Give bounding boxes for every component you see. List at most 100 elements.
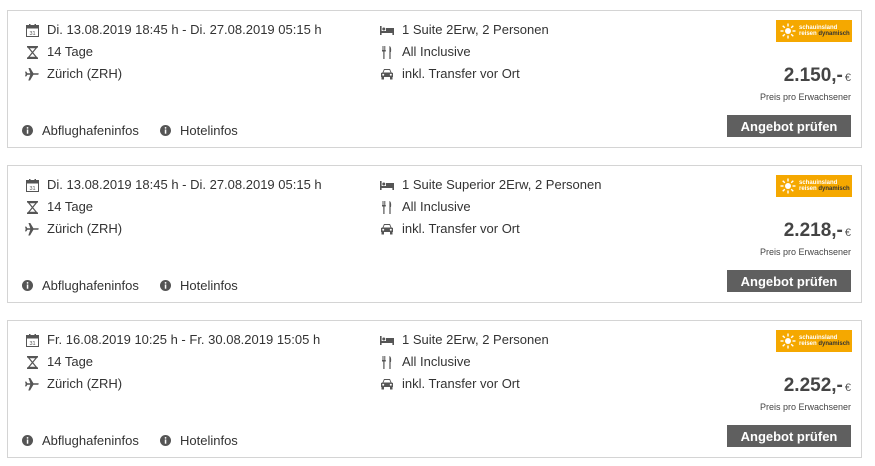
- travel-duration: 14 Tage: [25, 44, 93, 60]
- travel-duration: 14 Tage: [25, 354, 93, 370]
- info-icon: [20, 279, 34, 293]
- departure-airport: Zürich (ZRH): [25, 221, 122, 237]
- check-offer-button[interactable]: Angebot prüfen: [727, 425, 851, 447]
- logo-line2b: dynamisch: [818, 186, 850, 192]
- board-info: All Inclusive: [380, 199, 471, 215]
- transfer-text: inkl. Transfer vor Ort: [402, 376, 520, 391]
- sun-icon: [780, 333, 796, 349]
- room-text: 1 Suite 2Erw, 2 Personen: [402, 332, 549, 347]
- info-icon: [158, 124, 172, 138]
- check-offer-button[interactable]: Angebot prüfen: [727, 270, 851, 292]
- airport-info-link[interactable]: Abflughafeninfos: [20, 278, 139, 293]
- hourglass-icon: [25, 45, 39, 59]
- cutlery-icon: [380, 200, 394, 214]
- price-value: 2.150,-: [783, 65, 843, 86]
- airport-text: Zürich (ZRH): [47, 221, 123, 236]
- car-icon: [380, 222, 394, 236]
- logo-line2b: dynamisch: [818, 341, 850, 347]
- airplane-icon: [25, 222, 39, 236]
- price: 2.150,- €: [784, 65, 851, 87]
- svg-text:31: 31: [29, 341, 35, 347]
- dates-text: Di. 13.08.2019 18:45 h - Di. 27.08.2019 …: [47, 22, 322, 37]
- hourglass-icon: [25, 200, 39, 214]
- airplane-icon: [25, 67, 39, 81]
- hotel-info-label: Hotelinfos: [180, 123, 238, 138]
- car-icon: [380, 377, 394, 391]
- logo-line2a: reisen: [799, 186, 817, 192]
- airport-text: Zürich (ZRH): [47, 66, 123, 81]
- travel-dates: 31 Fr. 16.08.2019 10:25 h - Fr. 30.08.20…: [25, 332, 320, 348]
- offer-card: 31 Di. 13.08.2019 18:45 h - Di. 27.08.20…: [7, 165, 862, 303]
- board-info: All Inclusive: [380, 354, 471, 370]
- room-info: 1 Suite 2Erw, 2 Personen: [380, 22, 549, 38]
- room-info: 1 Suite Superior 2Erw, 2 Personen: [380, 177, 601, 193]
- price-note: Preis pro Erwachsener: [759, 92, 851, 102]
- travel-dates: 31 Di. 13.08.2019 18:45 h - Di. 27.08.20…: [25, 177, 322, 193]
- logo-line2a: reisen: [799, 31, 817, 37]
- operator-logo: schauinsland reisen dynamisch: [776, 330, 852, 352]
- airport-info-link[interactable]: Abflughafeninfos: [20, 433, 139, 448]
- currency-symbol: €: [844, 72, 851, 84]
- check-offer-button[interactable]: Angebot prüfen: [727, 115, 851, 137]
- sun-icon: [780, 178, 796, 194]
- hotel-info-link[interactable]: Hotelinfos: [158, 123, 238, 138]
- travel-dates: 31 Di. 13.08.2019 18:45 h - Di. 27.08.20…: [25, 22, 322, 38]
- hotel-info-link[interactable]: Hotelinfos: [158, 433, 238, 448]
- hotel-info-label: Hotelinfos: [180, 278, 238, 293]
- board-info: All Inclusive: [380, 44, 471, 60]
- transfer-text: inkl. Transfer vor Ort: [402, 66, 520, 81]
- departure-airport: Zürich (ZRH): [25, 376, 122, 392]
- transfer-info: inkl. Transfer vor Ort: [380, 221, 520, 237]
- transfer-info: inkl. Transfer vor Ort: [380, 376, 520, 392]
- price-value: 2.218,-: [783, 220, 843, 241]
- hotel-info-link[interactable]: Hotelinfos: [158, 278, 238, 293]
- currency-symbol: €: [844, 227, 851, 239]
- travel-duration: 14 Tage: [25, 199, 93, 215]
- hotel-info-label: Hotelinfos: [180, 433, 238, 448]
- calendar-icon: 31: [25, 333, 39, 347]
- cutlery-icon: [380, 355, 394, 369]
- duration-text: 14 Tage: [47, 44, 94, 59]
- svg-text:31: 31: [29, 186, 35, 192]
- info-icon: [158, 279, 172, 293]
- price-note: Preis pro Erwachsener: [759, 402, 851, 412]
- duration-text: 14 Tage: [47, 199, 94, 214]
- airport-info-link[interactable]: Abflughafeninfos: [20, 123, 139, 138]
- currency-symbol: €: [844, 382, 851, 394]
- price-note: Preis pro Erwachsener: [759, 247, 851, 257]
- airport-info-label: Abflughafeninfos: [42, 278, 139, 293]
- logo-line2b: dynamisch: [818, 31, 850, 37]
- bed-icon: [380, 23, 394, 37]
- departure-airport: Zürich (ZRH): [25, 66, 122, 82]
- offer-card: 31 Di. 13.08.2019 18:45 h - Di. 27.08.20…: [7, 10, 862, 148]
- operator-logo: schauinsland reisen dynamisch: [776, 175, 852, 197]
- airplane-icon: [25, 377, 39, 391]
- offer-card: 31 Fr. 16.08.2019 10:25 h - Fr. 30.08.20…: [7, 320, 862, 458]
- price-value: 2.252,-: [783, 375, 843, 396]
- bed-icon: [380, 178, 394, 192]
- operator-logo: schauinsland reisen dynamisch: [776, 20, 852, 42]
- car-icon: [380, 67, 394, 81]
- board-text: All Inclusive: [402, 199, 471, 214]
- duration-text: 14 Tage: [47, 354, 94, 369]
- price: 2.218,- €: [784, 220, 851, 242]
- transfer-text: inkl. Transfer vor Ort: [402, 221, 520, 236]
- airport-info-label: Abflughafeninfos: [42, 123, 139, 138]
- info-icon: [158, 434, 172, 448]
- info-icon: [20, 434, 34, 448]
- calendar-icon: 31: [25, 23, 39, 37]
- info-icon: [20, 124, 34, 138]
- transfer-info: inkl. Transfer vor Ort: [380, 66, 520, 82]
- airport-info-label: Abflughafeninfos: [42, 433, 139, 448]
- dates-text: Di. 13.08.2019 18:45 h - Di. 27.08.2019 …: [47, 177, 322, 192]
- dates-text: Fr. 16.08.2019 10:25 h - Fr. 30.08.2019 …: [47, 332, 321, 347]
- svg-text:31: 31: [29, 31, 35, 37]
- airport-text: Zürich (ZRH): [47, 376, 123, 391]
- room-text: 1 Suite 2Erw, 2 Personen: [402, 22, 549, 37]
- hourglass-icon: [25, 355, 39, 369]
- board-text: All Inclusive: [402, 44, 471, 59]
- price: 2.252,- €: [784, 375, 851, 397]
- cutlery-icon: [380, 45, 394, 59]
- room-text: 1 Suite Superior 2Erw, 2 Personen: [402, 177, 602, 192]
- board-text: All Inclusive: [402, 354, 471, 369]
